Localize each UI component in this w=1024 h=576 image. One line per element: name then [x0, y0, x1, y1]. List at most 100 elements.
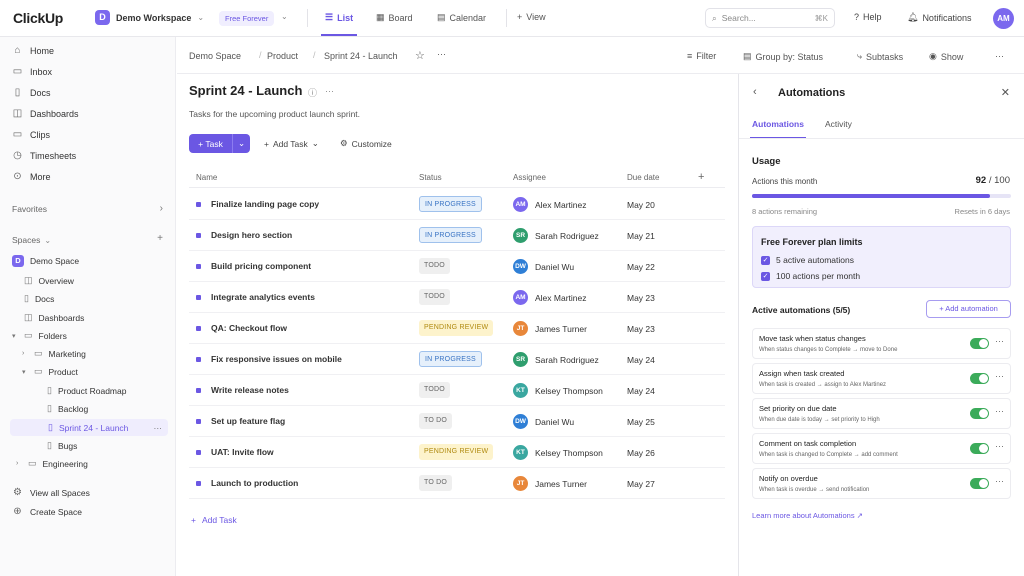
tree-backlog[interactable]: ▯ Backlog — [47, 403, 88, 414]
column-name[interactable]: Name — [196, 173, 217, 182]
table-row[interactable]: Integrate analytics events TODO AM Alex Mar… — [189, 282, 725, 313]
avatar[interactable]: AM — [513, 290, 528, 305]
tab-list[interactable]: ☰ List — [320, 12, 358, 36]
clickup-logo[interactable]: ClickUp — [13, 10, 63, 26]
table-row[interactable]: Write release notes TODO KT Kelsey Thompson… — [189, 375, 725, 406]
spaces-header[interactable]: Spaces ⌄ — [12, 235, 51, 245]
more-icon[interactable]: ··· — [995, 441, 1004, 451]
learn-more-link[interactable]: Learn more about Automations ↗ — [752, 511, 863, 520]
add-view-button[interactable]: + View — [517, 12, 546, 22]
sidebar-item-clips[interactable]: ▭ Clips — [12, 129, 50, 140]
add-task-main[interactable]: + Task — [189, 139, 232, 149]
show-button[interactable]: ◉ Show — [929, 51, 963, 62]
notifications-button[interactable]: 🔔︎ Notifications — [907, 12, 971, 23]
tree-sprint-24[interactable]: ▯ Sprint 24 - Launch ··· — [10, 419, 168, 436]
avatar[interactable]: JT — [513, 476, 528, 491]
table-row[interactable]: Build pricing component TODO DW Daniel Wu Ma… — [189, 251, 725, 282]
tree-overview[interactable]: ◫ Overview — [24, 275, 74, 286]
chevron-down-icon[interactable]: ⌄ — [232, 134, 250, 153]
sidebar-item-docs[interactable]: ▯ Docs — [12, 87, 51, 98]
due-date[interactable]: May 26 — [627, 448, 655, 458]
more-icon[interactable]: ··· — [154, 423, 163, 433]
chevron-down-icon[interactable]: ⌄ — [281, 12, 288, 21]
avatar[interactable]: DW — [513, 414, 528, 429]
status-badge[interactable]: TODO — [419, 289, 450, 305]
chevron-right-icon[interactable]: › — [160, 203, 163, 214]
table-row[interactable]: Fix responsive issues on mobile IN PROGRE… — [189, 344, 725, 375]
sidebar-item-more[interactable]: ⊙ More — [12, 171, 50, 182]
add-task-button[interactable]: + Task ⌄ — [189, 134, 250, 153]
due-date[interactable]: May 25 — [627, 417, 655, 427]
back-arrow-icon[interactable]: ‹ — [753, 86, 757, 98]
more-icon[interactable]: ··· — [325, 86, 334, 96]
star-icon[interactable]: ☆ — [415, 49, 425, 62]
due-date[interactable]: May 23 — [627, 293, 655, 303]
space-demo[interactable]: D Demo Space — [12, 255, 79, 267]
info-icon[interactable]: ⓘ — [308, 86, 317, 99]
more-icon[interactable]: ··· — [995, 476, 1004, 486]
view-all-spaces[interactable]: ⚙ View all Spaces — [12, 487, 90, 498]
automation-toggle[interactable] — [970, 338, 989, 349]
due-date[interactable]: May 24 — [627, 386, 655, 396]
tree-dashboards[interactable]: ◫ Dashboards — [24, 312, 84, 323]
sidebar-item-inbox[interactable]: ▭ Inbox — [12, 66, 52, 77]
help-button[interactable]: ? Help — [854, 12, 882, 22]
avatar[interactable]: SR — [513, 228, 528, 243]
task-name[interactable]: Set up feature flag — [211, 416, 285, 426]
column-assignee[interactable]: Assignee — [513, 173, 546, 182]
add-space-plus-icon[interactable]: + — [157, 233, 163, 244]
automation-toggle[interactable] — [970, 478, 989, 489]
tree-folders[interactable]: ▾ ▭ Folders — [12, 330, 67, 341]
avatar[interactable]: KT — [513, 383, 528, 398]
tree-docs[interactable]: ▯ Docs — [24, 293, 54, 304]
task-name[interactable]: Design hero section — [211, 230, 292, 240]
more-icon[interactable]: ··· — [995, 406, 1004, 416]
status-badge[interactable]: PENDING REVIEW — [419, 444, 494, 460]
sidebar-item-dashboards[interactable]: ◫ Dashboards — [12, 108, 79, 119]
tree-engineering[interactable]: › ▭ Engineering — [16, 458, 88, 469]
task-name[interactable]: UAT: Invite flow — [211, 447, 274, 457]
customize-button[interactable]: ⚙ Customize — [340, 138, 392, 149]
due-date[interactable]: May 20 — [627, 200, 655, 210]
more-icon[interactable]: ··· — [995, 371, 1004, 381]
task-name[interactable]: Integrate analytics events — [211, 292, 315, 302]
search-input[interactable]: ⌕ Search... ⌘K — [705, 8, 835, 28]
status-badge[interactable]: TO DO — [419, 475, 453, 491]
add-automation-button[interactable]: + Add automation — [926, 300, 1011, 318]
favorites-header[interactable]: Favorites — [12, 204, 47, 214]
tab-board[interactable]: ▦ Board — [376, 12, 413, 23]
due-date[interactable]: May 24 — [627, 355, 655, 365]
more-icon[interactable]: ··· — [995, 51, 1004, 61]
avatar[interactable]: DW — [513, 259, 528, 274]
workspace-switcher[interactable]: D Demo Workspace ⌄ — [95, 10, 204, 25]
automation-toggle[interactable] — [970, 373, 989, 384]
create-space[interactable]: ⊕ Create Space — [12, 506, 82, 517]
automation-item[interactable]: Assign when task created When task is cre… — [752, 363, 1011, 394]
tree-marketing[interactable]: › ▭ Marketing — [22, 348, 86, 359]
tree-product[interactable]: ▾ ▭ Product — [22, 366, 78, 377]
task-name[interactable]: Finalize landing page copy — [211, 199, 319, 209]
tree-product-roadmap[interactable]: ▯ Product Roadmap — [47, 385, 126, 396]
task-name[interactable]: Write release notes — [211, 385, 289, 395]
plan-badge[interactable]: Free Forever — [219, 11, 275, 26]
sidebar-item-timesheets[interactable]: ◷ Timesheets — [12, 150, 76, 161]
tree-bugs[interactable]: ▯ Bugs — [47, 440, 77, 451]
status-badge[interactable]: TODO — [419, 382, 450, 398]
tab-calendar[interactable]: ▤ Calendar — [437, 12, 486, 23]
column-status[interactable]: Status — [419, 173, 442, 182]
more-icon[interactable]: ··· — [437, 49, 446, 59]
task-name[interactable]: Launch to production — [211, 478, 298, 488]
table-row[interactable]: Set up feature flag TO DO DW Daniel Wu May 2… — [189, 406, 725, 437]
tab-activity[interactable]: Activity — [825, 119, 852, 129]
close-icon[interactable]: ✕ — [1001, 86, 1010, 99]
due-date[interactable]: May 27 — [627, 479, 655, 489]
automation-toggle[interactable] — [970, 408, 989, 419]
breadcrumb-demo-space[interactable]: Demo Space — [189, 51, 241, 61]
task-name[interactable]: Build pricing component — [211, 261, 311, 271]
table-row[interactable]: Finalize landing page copy IN PROGRESS AM A… — [189, 189, 725, 220]
status-badge[interactable]: IN PROGRESS — [419, 196, 482, 212]
table-row[interactable]: Design hero section IN PROGRESS SR Sarah Ro… — [189, 220, 725, 251]
add-task-dropdown[interactable]: + Add Task ⌄ — [264, 138, 319, 149]
sidebar-item-home[interactable]: ⌂ Home — [12, 45, 54, 56]
breadcrumb-sprint[interactable]: Sprint 24 - Launch — [324, 51, 398, 61]
